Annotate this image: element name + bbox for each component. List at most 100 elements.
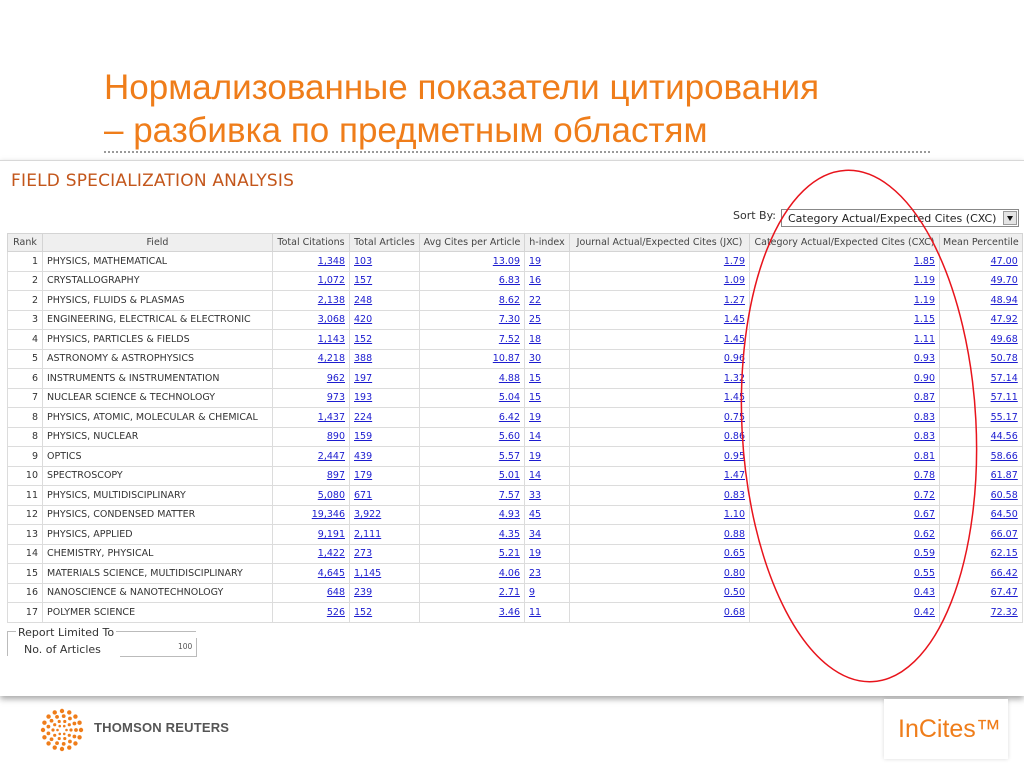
- cell-jxc-link[interactable]: 0.96: [724, 353, 745, 364]
- cell-jxc-link[interactable]: 0.80: [724, 568, 745, 579]
- cell-total-citations-link[interactable]: 1,348: [318, 256, 345, 267]
- cell-mean-percentile-link[interactable]: 55.17: [991, 412, 1018, 423]
- cell-mean-percentile-link[interactable]: 66.42: [991, 568, 1018, 579]
- cell-h-index-link[interactable]: 33: [529, 490, 541, 501]
- cell-total-citations-link[interactable]: 19,346: [312, 509, 345, 520]
- cell-jxc-link[interactable]: 1.09: [724, 275, 745, 286]
- cell-cxc-link[interactable]: 1.85: [914, 256, 935, 267]
- cell-avg-cites-link[interactable]: 5.57: [499, 451, 520, 462]
- cell-avg-cites-link[interactable]: 7.52: [499, 334, 520, 345]
- cell-jxc-link[interactable]: 1.27: [724, 295, 745, 306]
- column-header-field[interactable]: Field: [42, 233, 273, 252]
- cell-total-articles-link[interactable]: 152: [354, 334, 372, 345]
- cell-jxc-link[interactable]: 0.75: [724, 412, 745, 423]
- cell-jxc-link[interactable]: 0.88: [724, 529, 745, 540]
- cell-h-index-link[interactable]: 25: [529, 314, 541, 325]
- cell-total-articles-link[interactable]: 388: [354, 353, 372, 364]
- cell-h-index-link[interactable]: 30: [529, 353, 541, 364]
- cell-total-articles-link[interactable]: 439: [354, 451, 372, 462]
- cell-jxc-link[interactable]: 0.68: [724, 607, 745, 618]
- cell-jxc-link[interactable]: 1.79: [724, 256, 745, 267]
- cell-cxc-link[interactable]: 0.72: [914, 490, 935, 501]
- cell-total-articles-link[interactable]: 157: [354, 275, 372, 286]
- cell-avg-cites-link[interactable]: 4.93: [499, 509, 520, 520]
- cell-total-articles-link[interactable]: 193: [354, 392, 372, 403]
- cell-cxc-link[interactable]: 0.93: [914, 353, 935, 364]
- cell-avg-cites-link[interactable]: 6.83: [499, 275, 520, 286]
- cell-h-index-link[interactable]: 34: [529, 529, 541, 540]
- cell-total-articles-link[interactable]: 224: [354, 412, 372, 423]
- cell-avg-cites-link[interactable]: 4.88: [499, 373, 520, 384]
- cell-avg-cites-link[interactable]: 7.30: [499, 314, 520, 325]
- cell-jxc-link[interactable]: 0.50: [724, 587, 745, 598]
- cell-total-citations-link[interactable]: 1,143: [318, 334, 345, 345]
- cell-total-citations-link[interactable]: 9,191: [318, 529, 345, 540]
- cell-mean-percentile-link[interactable]: 67.47: [991, 587, 1018, 598]
- cell-h-index-link[interactable]: 19: [529, 548, 541, 559]
- sort-by-select[interactable]: Category Actual/Expected Cites (CXC): [781, 209, 1019, 227]
- cell-h-index-link[interactable]: 19: [529, 256, 541, 267]
- cell-h-index-link[interactable]: 19: [529, 451, 541, 462]
- cell-cxc-link[interactable]: 0.78: [914, 470, 935, 481]
- cell-mean-percentile-link[interactable]: 49.68: [991, 334, 1018, 345]
- cell-avg-cites-link[interactable]: 6.42: [499, 412, 520, 423]
- cell-avg-cites-link[interactable]: 3.46: [499, 607, 520, 618]
- cell-cxc-link[interactable]: 0.90: [914, 373, 935, 384]
- cell-total-citations-link[interactable]: 1,072: [318, 275, 345, 286]
- cell-cxc-link[interactable]: 0.81: [914, 451, 935, 462]
- cell-total-articles-link[interactable]: 103: [354, 256, 372, 267]
- cell-cxc-link[interactable]: 0.59: [914, 548, 935, 559]
- cell-cxc-link[interactable]: 0.43: [914, 587, 935, 598]
- cell-jxc-link[interactable]: 1.45: [724, 334, 745, 345]
- cell-total-citations-link[interactable]: 648: [327, 587, 345, 598]
- cell-h-index-link[interactable]: 45: [529, 509, 541, 520]
- cell-avg-cites-link[interactable]: 4.06: [499, 568, 520, 579]
- column-header-avg-cites[interactable]: Avg Cites per Article: [419, 233, 525, 252]
- cell-total-articles-link[interactable]: 248: [354, 295, 372, 306]
- cell-total-citations-link[interactable]: 4,218: [318, 353, 345, 364]
- cell-cxc-link[interactable]: 0.83: [914, 412, 935, 423]
- cell-total-articles-link[interactable]: 1,145: [354, 568, 381, 579]
- cell-cxc-link[interactable]: 1.19: [914, 295, 935, 306]
- column-header-total-articles[interactable]: Total Articles: [349, 233, 420, 252]
- cell-cxc-link[interactable]: 1.19: [914, 275, 935, 286]
- cell-jxc-link[interactable]: 1.32: [724, 373, 745, 384]
- cell-total-articles-link[interactable]: 239: [354, 587, 372, 598]
- cell-total-articles-link[interactable]: 179: [354, 470, 372, 481]
- cell-avg-cites-link[interactable]: 8.62: [499, 295, 520, 306]
- cell-h-index-link[interactable]: 15: [529, 392, 541, 403]
- cell-avg-cites-link[interactable]: 13.09: [493, 256, 520, 267]
- cell-h-index-link[interactable]: 11: [529, 607, 541, 618]
- cell-total-articles-link[interactable]: 420: [354, 314, 372, 325]
- cell-jxc-link[interactable]: 1.45: [724, 392, 745, 403]
- cell-jxc-link[interactable]: 1.47: [724, 470, 745, 481]
- cell-total-articles-link[interactable]: 197: [354, 373, 372, 384]
- cell-total-citations-link[interactable]: 962: [327, 373, 345, 384]
- cell-total-citations-link[interactable]: 2,138: [318, 295, 345, 306]
- cell-cxc-link[interactable]: 0.67: [914, 509, 935, 520]
- cell-h-index-link[interactable]: 16: [529, 275, 541, 286]
- cell-mean-percentile-link[interactable]: 62.15: [991, 548, 1018, 559]
- cell-total-citations-link[interactable]: 1,422: [318, 548, 345, 559]
- cell-mean-percentile-link[interactable]: 50.78: [991, 353, 1018, 364]
- cell-mean-percentile-link[interactable]: 61.87: [991, 470, 1018, 481]
- cell-mean-percentile-link[interactable]: 57.14: [991, 373, 1018, 384]
- cell-cxc-link[interactable]: 1.15: [914, 314, 935, 325]
- cell-avg-cites-link[interactable]: 2.71: [499, 587, 520, 598]
- cell-cxc-link[interactable]: 0.62: [914, 529, 935, 540]
- cell-mean-percentile-link[interactable]: 44.56: [991, 431, 1018, 442]
- cell-total-articles-link[interactable]: 152: [354, 607, 372, 618]
- cell-cxc-link[interactable]: 0.83: [914, 431, 935, 442]
- cell-total-citations-link[interactable]: 897: [327, 470, 345, 481]
- cell-avg-cites-link[interactable]: 7.57: [499, 490, 520, 501]
- column-header-rank[interactable]: Rank: [7, 233, 43, 252]
- report-limit-value[interactable]: 100: [178, 642, 192, 651]
- cell-mean-percentile-link[interactable]: 48.94: [991, 295, 1018, 306]
- cell-mean-percentile-link[interactable]: 64.50: [991, 509, 1018, 520]
- dropdown-arrow-icon[interactable]: [1003, 211, 1017, 225]
- cell-jxc-link[interactable]: 0.86: [724, 431, 745, 442]
- cell-jxc-link[interactable]: 0.65: [724, 548, 745, 559]
- cell-cxc-link[interactable]: 0.42: [914, 607, 935, 618]
- cell-avg-cites-link[interactable]: 5.04: [499, 392, 520, 403]
- column-header-h-index[interactable]: h-index: [524, 233, 570, 252]
